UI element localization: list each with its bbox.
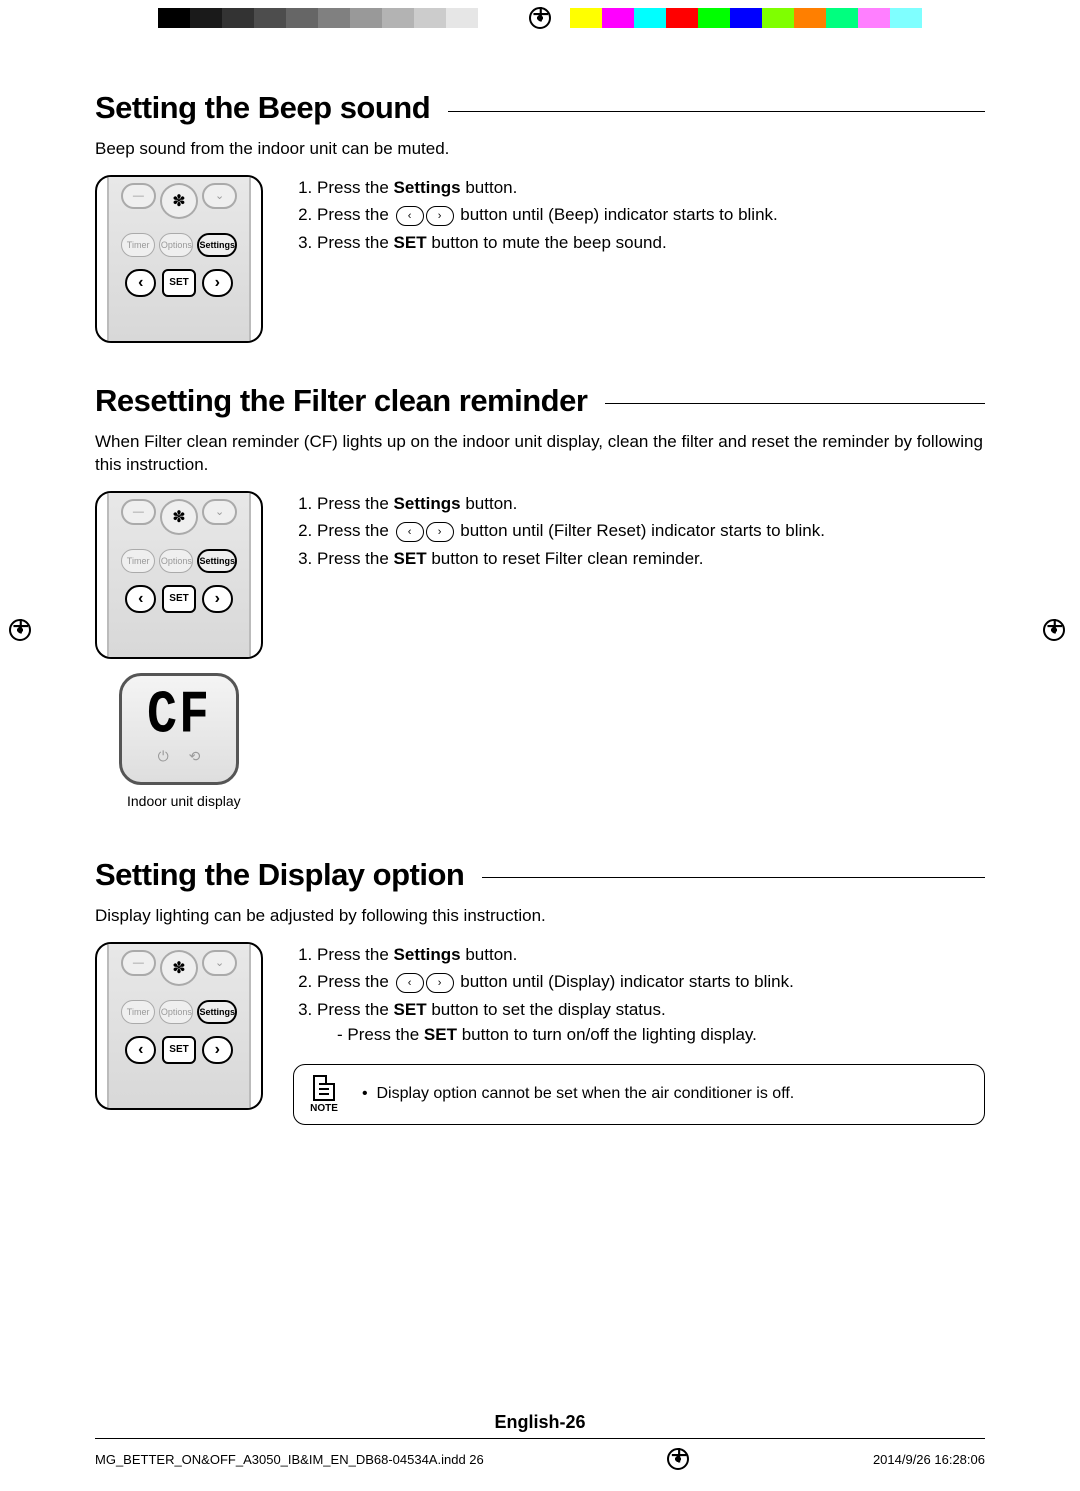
swatch [254, 8, 286, 28]
footer-datetime: 2014/9/26 16:28:06 [873, 1452, 985, 1467]
left-arrow-button: ‹ [125, 585, 156, 613]
note-text: • Display option cannot be set when the … [362, 1085, 794, 1103]
swatch [858, 8, 890, 28]
step: Press the ‹› button until (Beep) indicat… [317, 202, 778, 228]
down-button-icon: ⌄ [202, 183, 237, 209]
footer-file: MG_BETTER_ON&OFF_A3050_IB&IM_EN_DB68-045… [95, 1452, 484, 1467]
minus-button-icon: — [121, 499, 156, 525]
minus-button-icon: — [121, 950, 156, 976]
left-arrow-button: ‹ [125, 1036, 156, 1064]
swatch [826, 8, 858, 28]
remote-illustration: — ✽ ⌄ Timer Options Settings ‹ SET › [95, 942, 263, 1110]
section-title: Setting the Display option [95, 857, 985, 893]
swatch [762, 8, 794, 28]
step: Press the SET button to reset Filter cle… [317, 546, 825, 572]
options-button: Options [159, 1000, 193, 1024]
cycle-icon: ⟲ [189, 748, 201, 765]
print-colorbar [0, 8, 1080, 28]
swatch [698, 8, 730, 28]
swatch [190, 8, 222, 28]
right-arrow-icon: › [426, 522, 454, 542]
note-box: NOTE • Display option cannot be set when… [293, 1064, 985, 1125]
swatch [570, 8, 602, 28]
options-button: Options [159, 233, 193, 257]
swatch [350, 8, 382, 28]
right-arrow-icon: › [426, 973, 454, 993]
settings-button: Settings [197, 1000, 237, 1024]
registration-mark-icon [666, 1447, 690, 1471]
power-icon: ⏻ [158, 748, 169, 765]
page-number: English-26 [0, 1412, 1080, 1433]
fan-icon: ✽ [160, 499, 199, 535]
remote-illustration: — ✽ ⌄ Timer Options Settings ‹ SET › CF … [95, 491, 263, 809]
timer-button: Timer [121, 549, 155, 573]
right-arrow-button: › [202, 1036, 233, 1064]
set-button: SET [162, 585, 195, 613]
intro-text: Beep sound from the indoor unit can be m… [95, 138, 985, 161]
swatch [890, 8, 922, 28]
swatch [382, 8, 414, 28]
settings-button: Settings [197, 549, 237, 573]
step: Press the Settings button. [317, 942, 985, 968]
swatch [730, 8, 762, 28]
swatch [794, 8, 826, 28]
swatch [318, 8, 350, 28]
display-caption: Indoor unit display [127, 793, 263, 809]
step: Press the ‹› button until (Filter Reset)… [317, 518, 825, 544]
swatch [478, 8, 510, 28]
settings-button: Settings [197, 233, 237, 257]
heading-text: Resetting the Filter clean reminder [95, 383, 587, 419]
section-title: Setting the Beep sound [95, 90, 985, 126]
heading-text: Setting the Display option [95, 857, 464, 893]
right-arrow-button: › [202, 585, 233, 613]
heading-text: Setting the Beep sound [95, 90, 430, 126]
swatch [158, 8, 190, 28]
step: Press the SET button to mute the beep so… [317, 230, 778, 256]
left-arrow-button: ‹ [125, 269, 156, 297]
fan-icon: ✽ [160, 183, 199, 219]
steps-list: Press the Settings button. Press the ‹› … [293, 942, 985, 1048]
down-button-icon: ⌄ [202, 499, 237, 525]
intro-text: When Filter clean reminder (CF) lights u… [95, 431, 985, 477]
left-arrow-icon: ‹ [396, 973, 424, 993]
swatch [446, 8, 478, 28]
swatch [286, 8, 318, 28]
step: Press the SET button to set the display … [317, 997, 985, 1048]
timer-button: Timer [121, 233, 155, 257]
swatch [666, 8, 698, 28]
down-button-icon: ⌄ [202, 950, 237, 976]
options-button: Options [159, 549, 193, 573]
left-arrow-icon: ‹ [396, 206, 424, 226]
right-arrow-button: › [202, 269, 233, 297]
substep: - Press the SET button to turn on/off th… [337, 1022, 985, 1048]
section-title: Resetting the Filter clean reminder [95, 383, 985, 419]
swatch [222, 8, 254, 28]
print-footer: MG_BETTER_ON&OFF_A3050_IB&IM_EN_DB68-045… [95, 1438, 985, 1471]
registration-mark-left-icon [8, 618, 38, 648]
swatch [634, 8, 666, 28]
indoor-display-illustration: CF ⏻ ⟲ [119, 673, 239, 785]
set-button: SET [162, 269, 195, 297]
note-label: NOTE [310, 1103, 338, 1114]
set-button: SET [162, 1036, 195, 1064]
steps-list: Press the Settings button. Press the ‹› … [293, 175, 778, 258]
registration-mark-icon [528, 6, 552, 30]
fan-icon: ✽ [160, 950, 199, 986]
minus-button-icon: — [121, 183, 156, 209]
step: Press the Settings button. [317, 175, 778, 201]
note-doc-icon [313, 1075, 335, 1101]
right-arrow-icon: › [426, 206, 454, 226]
intro-text: Display lighting can be adjusted by foll… [95, 905, 985, 928]
registration-mark-right-icon [1042, 618, 1072, 648]
swatch [602, 8, 634, 28]
timer-button: Timer [121, 1000, 155, 1024]
step: Press the Settings button. [317, 491, 825, 517]
remote-illustration: — ✽ ⌄ Timer Options Settings ‹ SET › [95, 175, 263, 343]
cf-indicator: CF [147, 687, 211, 747]
swatch [414, 8, 446, 28]
steps-list: Press the Settings button. Press the ‹› … [293, 491, 825, 574]
left-arrow-icon: ‹ [396, 522, 424, 542]
step: Press the ‹› button until (Display) indi… [317, 969, 985, 995]
